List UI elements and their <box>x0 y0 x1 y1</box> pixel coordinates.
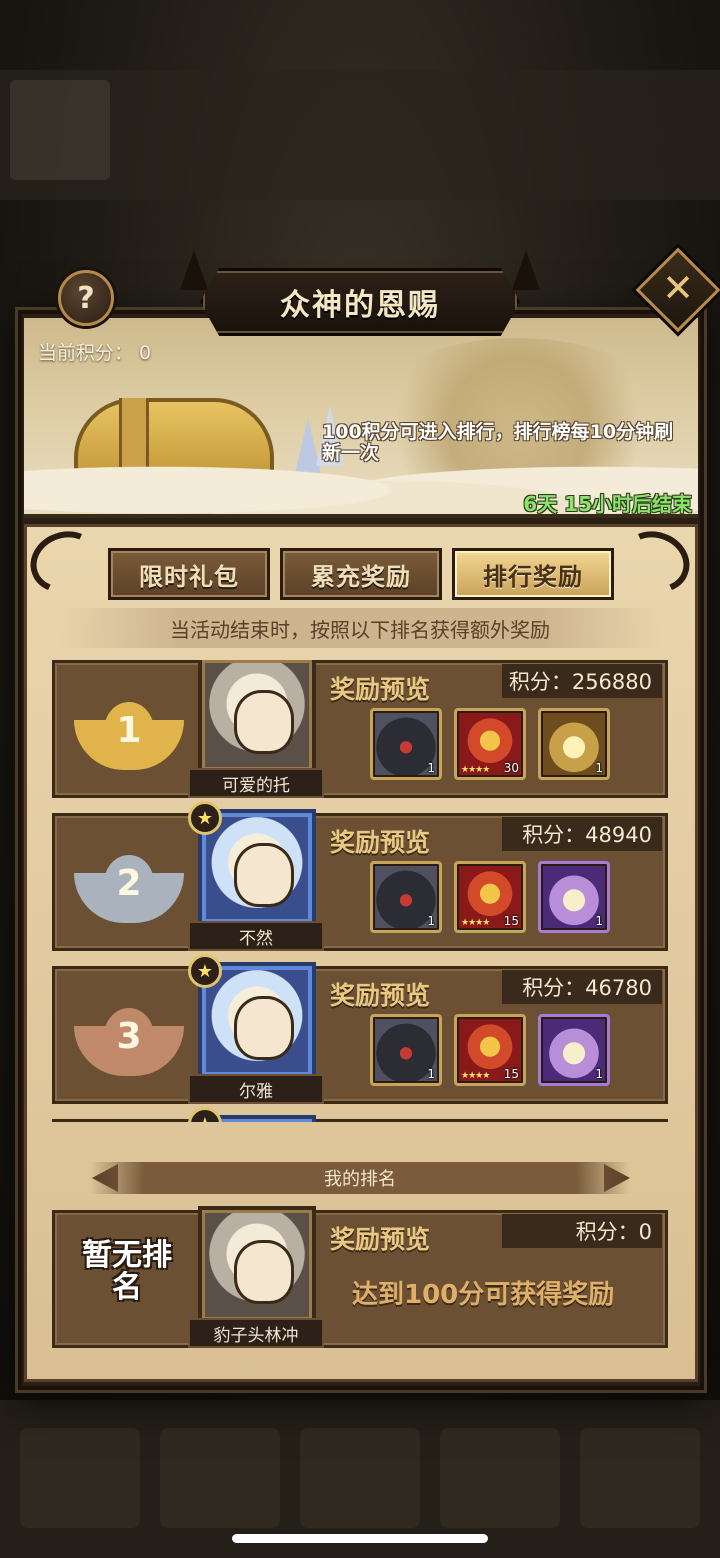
player-score: 积分：46780 <box>502 970 662 1004</box>
frame-spike <box>512 250 540 290</box>
close-icon[interactable]: ✕ <box>648 258 708 318</box>
reward-item-chest-purple-icon[interactable]: 1 <box>538 861 610 933</box>
player-avatar[interactable] <box>198 660 316 774</box>
ranking-list[interactable]: 1 可爱的托 奖励预览 积分：256880 1 ★★★★ 30 1 2 ★ 不然 奖励预览 积分：489… <box>48 660 672 1122</box>
item-count: 15 <box>503 914 519 928</box>
home-indicator[interactable] <box>232 1534 488 1543</box>
star-badge-icon: ★ <box>188 1107 222 1122</box>
ranking-rule-text: 100积分可进入排行，排行榜每10分钟刷新一次 <box>322 421 674 464</box>
current-score: 当前积分： 0 <box>38 342 152 364</box>
avatar-face <box>234 843 294 907</box>
help-button[interactable]: ? <box>58 270 114 326</box>
reward-item-shard-icon[interactable]: ★★★★ 30 <box>454 708 526 780</box>
row-background <box>52 1119 668 1122</box>
item-count: 15 <box>503 1067 519 1081</box>
reward-preview-label: 奖励预览 <box>330 675 431 704</box>
ranking-row: 1 可爱的托 奖励预览 积分：256880 1 ★★★★ 30 1 <box>48 660 672 798</box>
item-count: 1 <box>595 1067 603 1081</box>
background-tab <box>440 1428 560 1528</box>
tab-limited-gift[interactable]: 限时礼包 <box>108 548 270 600</box>
item-count: 1 <box>595 914 603 928</box>
avatar-face <box>234 1240 294 1304</box>
background-tab <box>160 1428 280 1528</box>
ranking-row: 4★奖励预览积分：36080 <box>48 1107 672 1122</box>
reward-preview-label: 奖励预览 <box>330 981 431 1010</box>
item-count: 1 <box>427 914 435 928</box>
reward-item-chest-purple-icon[interactable]: 1 <box>538 1014 610 1086</box>
my-rank-label: 我的排名 <box>324 1169 396 1190</box>
reward-item-hero-icon[interactable]: 1 <box>370 861 442 933</box>
avatar-face <box>234 690 294 754</box>
dialog-title: 众神的恩赐 <box>280 288 440 323</box>
player-score: 积分：48940 <box>502 817 662 851</box>
player-name: 尔雅 <box>188 1074 324 1104</box>
background-tab <box>300 1428 420 1528</box>
tab-recharge-reward[interactable]: 累充奖励 <box>280 548 442 600</box>
question-icon: ? <box>77 280 95 316</box>
frame-spike <box>180 250 208 290</box>
rank-number: 3 <box>104 1008 154 1064</box>
reward-preview-label: 奖励预览 <box>330 1225 431 1254</box>
item-count: 1 <box>427 1067 435 1081</box>
star-badge-icon: ★ <box>188 801 222 835</box>
rank-number: 2 <box>104 855 154 911</box>
my-rank-row: 暂无排名 豹子头林冲 奖励预览 积分：0 达到100分可获得奖励 <box>48 1206 672 1348</box>
reward-item-shard-icon[interactable]: ★★★★ 15 <box>454 861 526 933</box>
player-score: 积分：0 <box>502 1214 662 1248</box>
tab-ranking-reward[interactable]: 排行奖励 <box>452 548 614 600</box>
item-stars: ★★★★ <box>461 1071 490 1081</box>
rank-number: 1 <box>104 702 154 758</box>
background-tab <box>580 1428 700 1528</box>
player-score: 积分：256880 <box>502 664 662 698</box>
item-stars: ★★★★ <box>461 918 490 928</box>
player-avatar[interactable] <box>198 1206 316 1324</box>
star-badge-icon: ★ <box>188 954 222 988</box>
item-stars: ★★★★ <box>461 765 490 775</box>
rank-medal-icon: 1 <box>74 690 184 770</box>
reward-goal-text: 达到100分可获得奖励 <box>352 1280 615 1310</box>
my-rank-divider: 我的排名 <box>90 1162 630 1194</box>
item-count: 30 <box>503 761 519 775</box>
player-name: 不然 <box>188 921 324 951</box>
no-rank-status: 暂无排名 <box>82 1238 172 1305</box>
reward-item-hero-icon[interactable]: 1 <box>370 708 442 780</box>
rank-medal-icon: 3 <box>74 996 184 1076</box>
dialog-title-plate: 众神的恩赐 <box>200 268 520 336</box>
avatar-face <box>234 996 294 1060</box>
reward-item-hero-icon[interactable]: 1 <box>370 1014 442 1086</box>
item-count: 1 <box>595 761 603 775</box>
reward-item-chest-gold-icon[interactable]: 1 <box>538 708 610 780</box>
reward-preview-label: 奖励预览 <box>330 828 431 857</box>
background-avatar <box>10 80 110 180</box>
player-name: 豹子头林冲 <box>188 1318 324 1348</box>
ranking-row: 3 ★ 尔雅 奖励预览 积分：46780 1 ★★★★ 15 1 <box>48 954 672 1104</box>
ranking-hint: 当活动结束时，按照以下排名获得额外奖励 <box>60 608 660 648</box>
item-count: 1 <box>427 761 435 775</box>
ranking-row: 2 ★ 不然 奖励预览 积分：48940 1 ★★★★ 15 1 <box>48 801 672 951</box>
player-name: 可爱的托 <box>188 768 324 798</box>
event-countdown: 6天 15小时后结束 <box>523 492 692 516</box>
reward-item-shard-icon[interactable]: ★★★★ 15 <box>454 1014 526 1086</box>
background-tab <box>20 1428 140 1528</box>
rank-medal-icon: 2 <box>74 843 184 923</box>
